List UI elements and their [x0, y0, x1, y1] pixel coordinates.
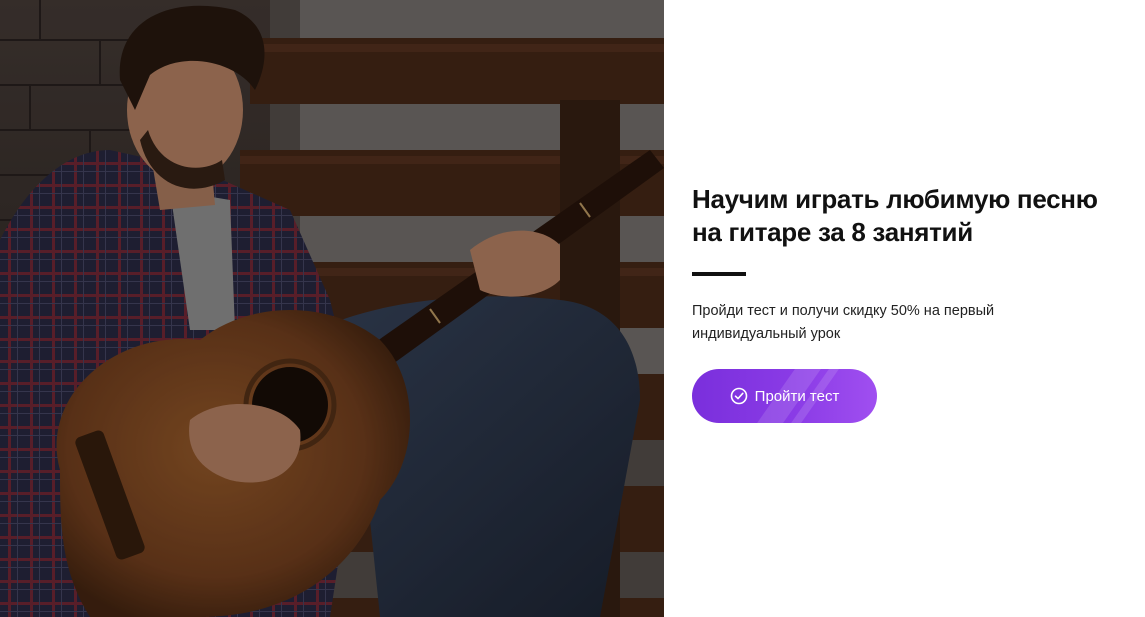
page-title: Научим играть любимую песню на гитаре за…: [692, 183, 1132, 249]
title-line-2: на гитаре за 8 занятий: [692, 217, 973, 247]
take-test-label: Пройти тест: [754, 387, 840, 405]
title-divider: [692, 272, 746, 276]
promo-content: Научим играть любимую песню на гитаре за…: [692, 0, 1132, 617]
guitarist-photo: [0, 0, 664, 617]
subtitle-line-1: Пройди тест и получи скидку 50% на первы…: [692, 303, 995, 319]
title-line-1: Научим играть любимую песню: [692, 184, 1098, 214]
check-circle-icon: [730, 387, 748, 405]
take-test-button[interactable]: Пройти тест: [692, 369, 877, 423]
hero-image: [0, 0, 664, 617]
subtitle-line-2: индивидуальный урок: [692, 326, 841, 342]
promo-subtitle: Пройди тест и получи скидку 50% на первы…: [692, 300, 1072, 346]
